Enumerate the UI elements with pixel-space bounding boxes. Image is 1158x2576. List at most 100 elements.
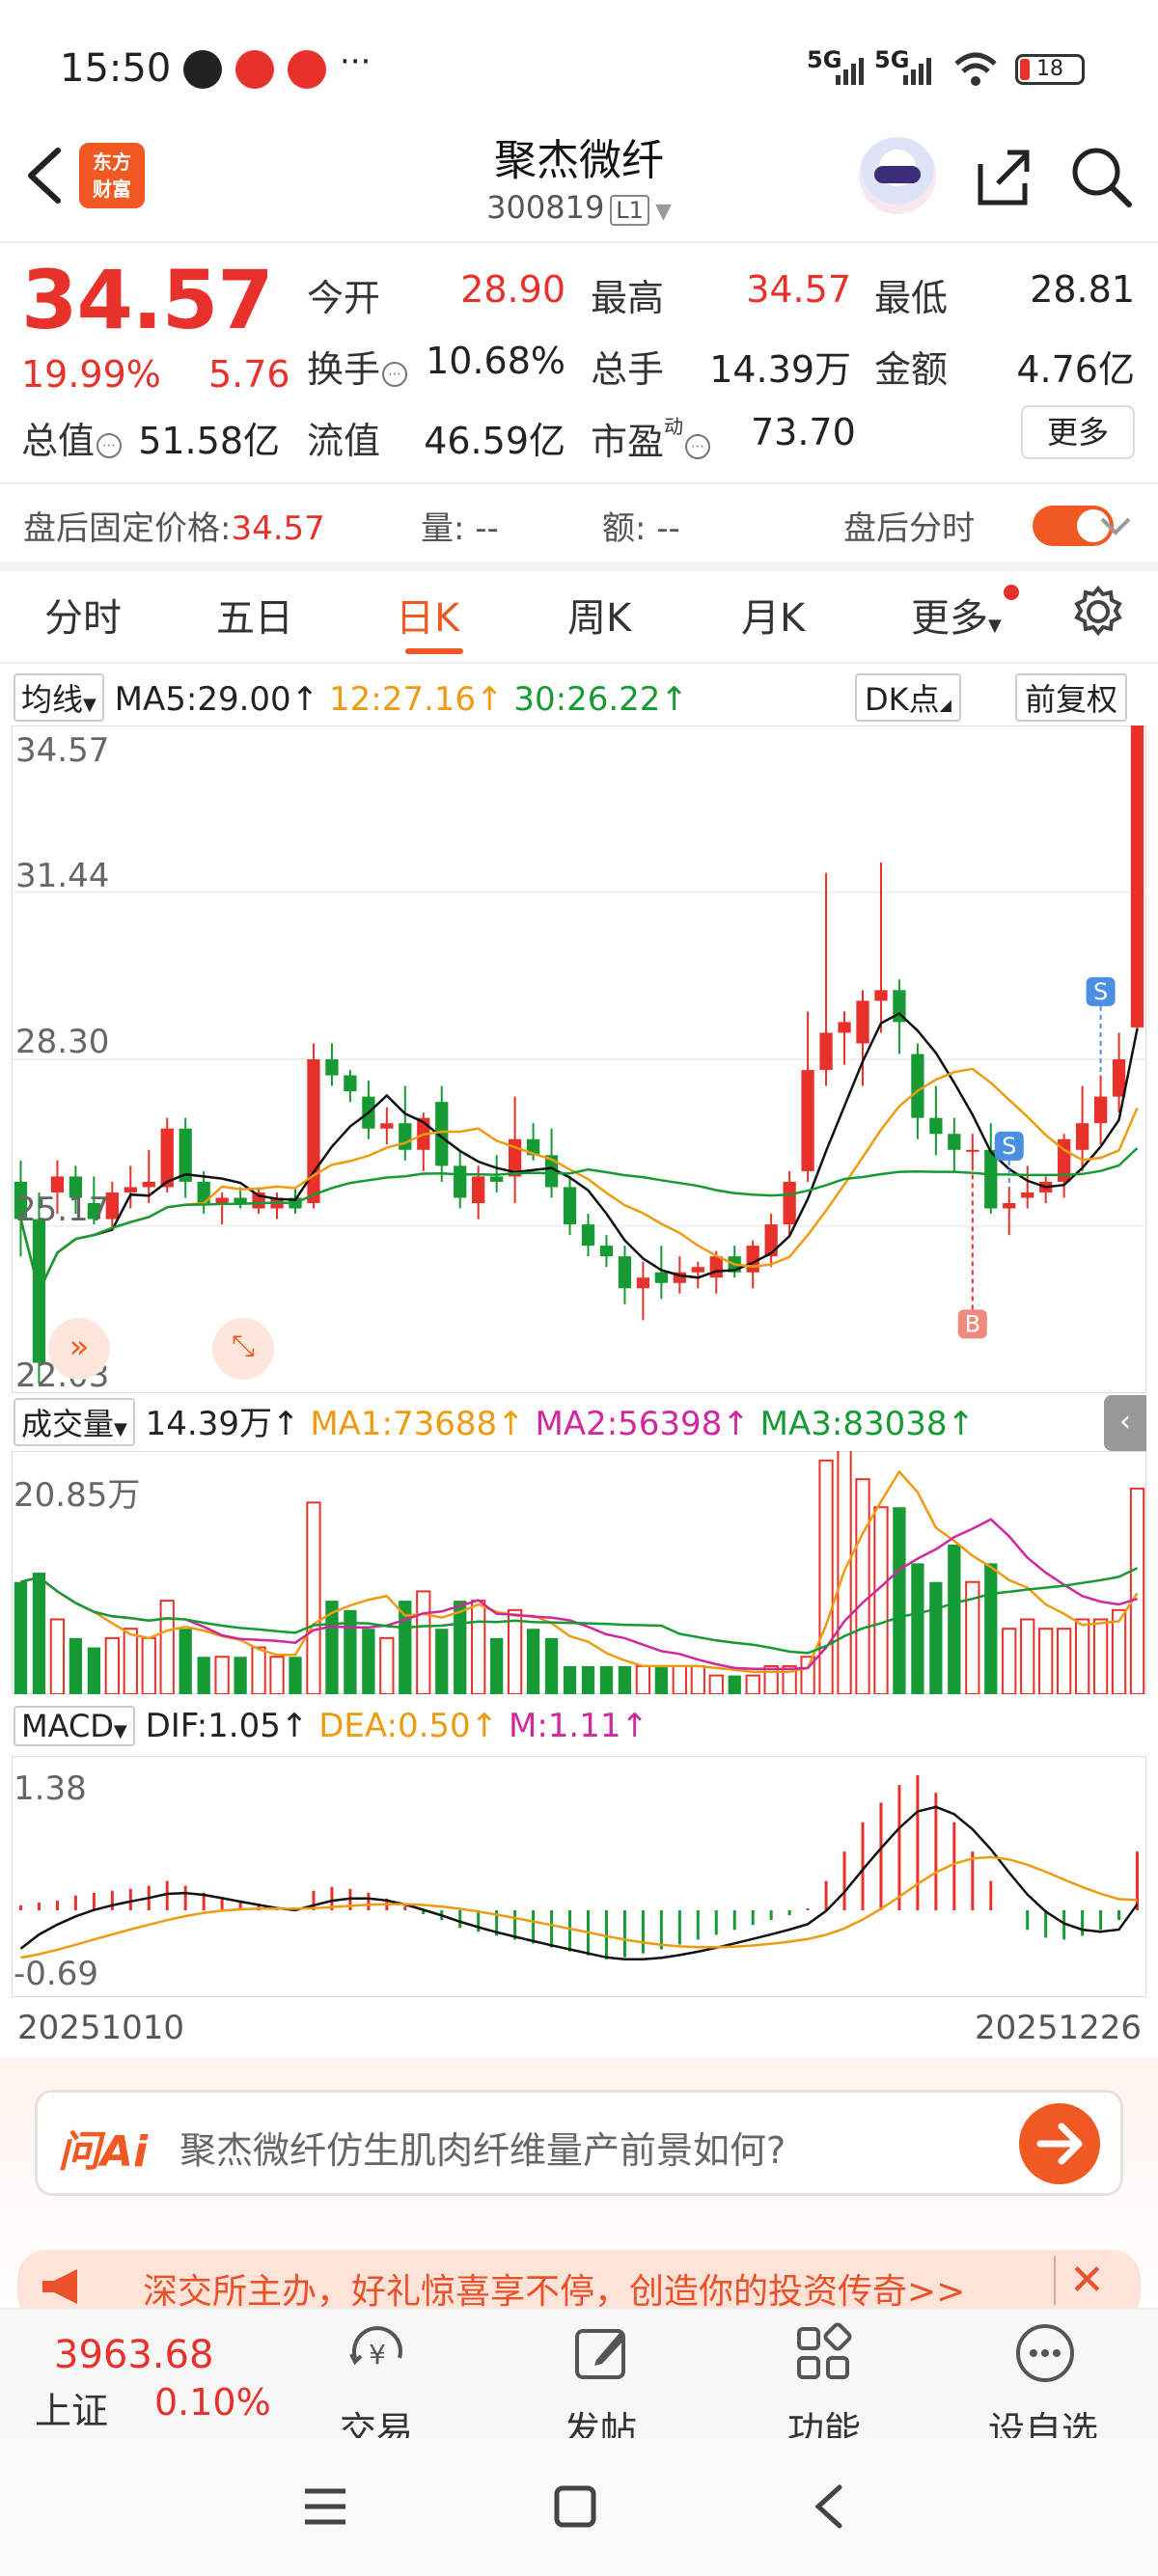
candle-body	[948, 1134, 961, 1150]
change-amount: 5.76	[208, 353, 290, 396]
ai-prompt[interactable]: 聚杰微纤仿生肌肉纤维量产前景如何?	[179, 2121, 786, 2174]
status-bar: 15:50 ··· 5G 5G 18	[0, 0, 1158, 135]
tab-weekly-k[interactable]: 周K	[567, 587, 631, 643]
price-axis-mid2: 28.30	[15, 1023, 110, 1061]
market-cap-label[interactable]: 总值 ⋯	[21, 411, 123, 464]
candle-body	[234, 1197, 247, 1203]
promo-text[interactable]: 深交所主办，好礼惊喜享不停，创造你的投资传奇>>	[143, 2263, 965, 2314]
vol-ma3: MA3:83038	[759, 1405, 948, 1443]
turnover-label[interactable]: 换手 ⋯	[307, 340, 408, 393]
share-icon[interactable]	[971, 145, 1034, 208]
volume-bar	[911, 1563, 924, 1694]
home-icon[interactable]	[552, 2483, 598, 2530]
open-label: 今开	[307, 277, 381, 319]
trade-icon[interactable]: ¥	[344, 2319, 411, 2387]
ai-assistant-icon[interactable]	[859, 137, 936, 214]
date-end: 20251226	[975, 2009, 1143, 2047]
back-nav-icon[interactable]	[809, 2483, 847, 2530]
candle-body	[1003, 1202, 1016, 1209]
collapse-panel-button[interactable]: ‹	[1104, 1395, 1146, 1451]
functions-icon[interactable]	[789, 2319, 857, 2387]
chevron-down-icon[interactable]	[1098, 513, 1133, 540]
macd-selector[interactable]: MACD▼	[14, 1706, 135, 1746]
ma30-value: 30:26.22	[513, 680, 661, 719]
volume-bar	[1020, 1618, 1035, 1694]
volume-bar	[179, 1629, 192, 1694]
ma-selector[interactable]: 均线▼	[14, 673, 104, 722]
volume-bar	[581, 1665, 595, 1694]
info-icon: ⋯	[96, 433, 123, 458]
sell-signal-label: S	[1093, 978, 1108, 1005]
ma10-value: 12:27.16	[329, 680, 477, 719]
volume-bar	[1074, 1618, 1090, 1694]
candle-body	[380, 1123, 394, 1129]
tab-daily-k[interactable]: 日K	[396, 587, 459, 643]
gear-icon[interactable]	[1071, 585, 1125, 639]
candle-body	[307, 1059, 320, 1203]
volume-bar	[654, 1665, 668, 1694]
candle-body	[1021, 1192, 1034, 1198]
ma5-value: MA5:29.00	[114, 680, 291, 719]
scroll-left-button[interactable]: »	[48, 1318, 110, 1380]
index-value[interactable]: 3963.68	[54, 2333, 213, 2377]
post-icon[interactable]	[567, 2319, 635, 2387]
change-percent: 19.99%	[21, 353, 161, 396]
search-icon[interactable]	[1067, 143, 1135, 210]
volume-bar	[873, 1506, 889, 1694]
candle-body	[160, 1128, 174, 1188]
menu-icon[interactable]	[301, 2485, 349, 2528]
chevron-down-icon: ▼	[654, 200, 672, 224]
volume-bar	[104, 1636, 120, 1694]
ai-submit-button[interactable]	[1019, 2103, 1100, 2184]
volume-selector[interactable]: 成交量▼	[14, 1398, 135, 1446]
price-axis-mid3: 25.17	[15, 1191, 110, 1229]
kline-chart[interactable]: S S B	[12, 726, 1146, 1393]
volume-bar	[544, 1637, 559, 1694]
index-change[interactable]: 0.10%	[154, 2381, 271, 2424]
volume-bar	[306, 1501, 321, 1694]
banner-close-icon[interactable]: ✕	[1054, 2256, 1105, 2305]
info-icon: ⋯	[685, 434, 711, 459]
after-hours-label: 盘后固定价格:34.57	[23, 509, 325, 548]
macd-line	[20, 1855, 1138, 1959]
volume-bar	[893, 1507, 906, 1694]
volume-bar	[563, 1665, 577, 1694]
add-watchlist-icon[interactable]	[1011, 2319, 1079, 2387]
candle-body	[929, 1117, 943, 1135]
tab-monthly-k[interactable]: 月K	[741, 587, 805, 643]
candle-body	[399, 1123, 412, 1150]
float-cap-value: 46.59亿	[424, 420, 565, 462]
volume-bar	[1038, 1628, 1054, 1694]
volume-bar	[1092, 1618, 1109, 1694]
buy-signal-label: B	[965, 1310, 980, 1337]
macd-line	[19, 1805, 1139, 1961]
macd-chart	[12, 1756, 1146, 1997]
pe-label[interactable]: 市盈动⋯	[591, 411, 711, 465]
total-volume-value: 14.39万	[709, 348, 851, 391]
candle-body	[124, 1187, 137, 1192]
macd-axis-top: 1.38	[14, 1769, 87, 1808]
volume-bar	[234, 1657, 247, 1694]
tab-five-day[interactable]: 五日	[216, 587, 293, 643]
volume-bar	[269, 1656, 285, 1694]
more-button[interactable]: 更多	[1021, 405, 1135, 459]
volume-bar	[690, 1664, 705, 1694]
candle-body	[325, 1059, 339, 1076]
volume-bar	[159, 1600, 175, 1694]
index-name[interactable]: 上证	[35, 2381, 108, 2434]
tab-more[interactable]: 更多▼	[911, 587, 1002, 643]
vol-ma2: MA2:56398	[535, 1405, 723, 1443]
candle-body	[874, 990, 888, 1001]
tab-intraday[interactable]: 分时	[44, 587, 122, 643]
signal-icon-2	[903, 58, 931, 85]
fullscreen-button[interactable]: ⤡	[212, 1318, 274, 1380]
candle-body	[563, 1187, 577, 1225]
after-hours-volume: 量: --	[421, 509, 499, 548]
dk-point-button[interactable]: DK点◢	[855, 673, 961, 722]
volume-legend: 成交量▼ 14.39万↑ MA1:73688↑ MA2:56398↑ MA3:8…	[14, 1397, 975, 1446]
macd-dea: DEA:0.50	[318, 1707, 471, 1745]
candle-body	[911, 1054, 924, 1118]
candle-body	[215, 1197, 229, 1203]
adjust-button[interactable]: 前复权	[1015, 673, 1128, 722]
volume-bar	[635, 1664, 651, 1694]
